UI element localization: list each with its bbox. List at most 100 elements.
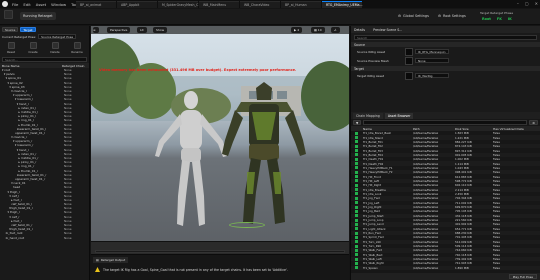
tab-asset-browser[interactable]: Asset Browser	[384, 112, 414, 119]
show-button[interactable]: Show	[153, 27, 168, 33]
retarget-output-label: Retarget Output	[100, 258, 126, 262]
root-settings-button[interactable]: ⚙ Root Settings	[438, 12, 466, 20]
tab-label: RTG_EMAnimy_UEMa...	[326, 3, 363, 7]
grid-snap-icon[interactable]: ▦ 10	[311, 27, 325, 33]
menu-file[interactable]: File	[12, 2, 18, 7]
asset-search-input[interactable]	[363, 120, 528, 125]
animation-asset-icon	[355, 218, 358, 222]
tab-bp-ai-animat[interactable]: BP_ai_animat	[76, 1, 116, 8]
perspective-label: Perspective	[110, 28, 128, 32]
lit-button[interactable]: Lit	[137, 27, 147, 33]
source-preview-value: None	[418, 58, 426, 63]
menu-asset[interactable]: Asset	[36, 2, 46, 7]
animation-asset-icon	[355, 192, 358, 196]
animation-asset-icon	[355, 183, 358, 187]
rotation-snap-icon[interactable]: ∠	[331, 27, 340, 33]
source-preview-picker[interactable]: None	[415, 58, 449, 63]
animation-asset-icon	[355, 162, 358, 166]
create-icon	[29, 42, 37, 49]
tab-label: M_SpiderGravyMesh_C	[162, 3, 199, 7]
log-icon: ▤	[96, 258, 99, 262]
disk-size-column[interactable]: Disk Size	[455, 127, 493, 131]
asset-browser-panel: Chain Mapping Asset Browser ▼ ⚙ Name Pat…	[350, 112, 540, 280]
viewport[interactable]: ≡ Perspective Lit Show ▶ 4 ▦ 10 ∠ Video …	[91, 26, 349, 254]
current-pose-label: Current Retarget Pose:	[2, 34, 37, 39]
perspective-button[interactable]: Perspective	[107, 27, 131, 33]
retarget-output-tab[interactable]: ▤ Retarget Output	[93, 257, 129, 263]
create-pose-button[interactable]: Create	[26, 42, 40, 54]
retarget-chain-column[interactable]: Retarget Chain	[62, 64, 84, 68]
phase-ik-chip[interactable]: IK	[508, 17, 512, 21]
asset-disk-size: 1.890 MiB	[455, 265, 469, 270]
delete-pose-button[interactable]: Delete	[48, 42, 62, 54]
delete-icon	[51, 42, 59, 49]
rename-label: Rename	[71, 50, 83, 54]
bone-name-column[interactable]: Bone Name	[2, 64, 62, 68]
tab-details[interactable]: Details	[354, 28, 365, 32]
tab-abp-appbit[interactable]: ABP_Appbit	[117, 1, 157, 8]
global-settings-label: Global Settings	[403, 14, 429, 18]
global-settings-button[interactable]: ⚙ Global Settings	[398, 12, 429, 20]
viewport-menu-icon[interactable]: ≡	[93, 27, 99, 33]
save-icon[interactable]	[4, 10, 13, 19]
animation-asset-icon	[355, 170, 358, 174]
target-armored-character[interactable]	[219, 82, 309, 232]
rename-pose-button[interactable]: Rename	[70, 42, 84, 54]
settings-icon[interactable]: ⚙	[529, 120, 538, 125]
animation-asset-icon	[355, 227, 358, 231]
name-column[interactable]: Name	[363, 127, 413, 131]
chain-mapping-label: Chain Mapping	[356, 113, 380, 118]
bone-tree: ▾ root None ▾ pelvis None ▾ spine_01 None ▾…	[0, 68, 89, 240]
target-ikrig-label: Target IKRig Asset	[357, 73, 385, 78]
target-retarget-phase: Target Retarget Phase Root FK IK	[480, 9, 540, 25]
tab-wb-mainmenu[interactable]: WB_MainMenu	[199, 1, 239, 8]
bone-search-input[interactable]: Search...	[2, 57, 87, 62]
phase-fk-chip[interactable]: FK	[497, 17, 502, 21]
close-icon[interactable]: ✕	[535, 1, 538, 6]
tab-wb-charavideo[interactable]: WB_CharaVideo	[240, 1, 280, 8]
chain-tabs: Chain Mapping Asset Browser	[351, 112, 540, 119]
play-full-pose-button[interactable]: Play Full Pose	[508, 274, 537, 279]
animation-asset-icon	[355, 196, 358, 200]
running-retarget-dropdown[interactable]: Running Retarget	[20, 12, 56, 20]
current-pose-row: Current Retarget Pose: Source Retarget P…	[0, 33, 89, 40]
document-tabs: BP_ai_animat ABP_Appbit M_SpiderGravyMes…	[76, 1, 363, 8]
asset-path: /All/Game/Parallax	[413, 265, 439, 270]
current-pose-value: Source Retarget Pose	[41, 34, 74, 39]
tab-label: ABP_Appbit	[121, 3, 140, 7]
source-ikrig-picker[interactable]: IK_RTG_Mannequin	[415, 49, 449, 54]
animation-asset-icon	[355, 131, 358, 135]
target-toggle-button[interactable]: Target	[20, 27, 36, 32]
phase-root-chip[interactable]: Root	[482, 17, 491, 21]
lit-label: Lit	[140, 28, 144, 32]
asset-virtualized: False	[493, 265, 500, 270]
asset-row[interactable]: Tr1_Spawn/All/Game/Parallax 1.890 MiB Fals…	[351, 265, 540, 270]
tab-bp-ai-human[interactable]: BP_ai_Human	[281, 1, 321, 8]
animation-asset-icon	[355, 205, 358, 209]
bone-search: Search...	[0, 56, 89, 63]
minimize-icon[interactable]: –	[517, 1, 519, 6]
menu-edit[interactable]: Edit	[23, 2, 30, 7]
tab-rtg-emanimy[interactable]: RTG_EMAnimy_UEMa...	[322, 1, 363, 8]
reset-pose-button[interactable]: Reset	[4, 42, 18, 54]
tab-preview-scene[interactable]: Preview Scene S...	[373, 28, 402, 32]
tab-chain-mapping[interactable]: Chain Mapping	[353, 112, 383, 119]
source-toggle-button[interactable]: Source	[2, 27, 19, 32]
tab-m-spider[interactable]: M_SpiderGravyMesh_C	[158, 1, 198, 8]
animation-asset-icon	[355, 153, 358, 157]
maximize-icon[interactable]: ▢	[525, 1, 529, 6]
target-ikrig-row: Target IKRig Asset IK_WarRig	[351, 71, 540, 80]
menu-window[interactable]: Window	[51, 2, 66, 7]
bone-tree-row[interactable]: ik_hand_root None	[2, 236, 87, 240]
animation-asset-icon	[355, 214, 358, 218]
retarget-progress-panel	[91, 241, 349, 254]
unreal-logo-icon[interactable]	[2, 1, 8, 7]
target-ikrig-picker[interactable]: IK_WarRig	[415, 73, 449, 78]
filter-icon[interactable]: ▼	[353, 120, 362, 125]
virtualized-column[interactable]: Has Virtualized Data	[493, 127, 524, 131]
current-pose-dropdown[interactable]: Source Retarget Pose	[38, 34, 77, 39]
details-search-input[interactable]: Search	[354, 35, 537, 40]
tab-label: BP_ai_Human	[285, 3, 307, 7]
path-column[interactable]: Path	[413, 127, 455, 131]
camera-speed-icon[interactable]: ▶ 4	[291, 27, 303, 33]
